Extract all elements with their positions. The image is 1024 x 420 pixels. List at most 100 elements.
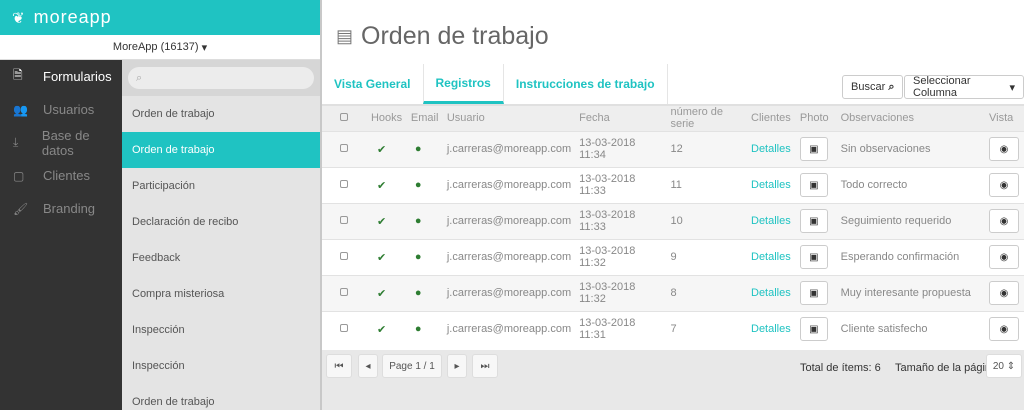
details-link[interactable]: Detalles: [751, 323, 791, 335]
prev-page-button[interactable]: ◂: [358, 354, 378, 378]
check-circle-icon: ●: [414, 215, 422, 227]
page-size-label: Tamaño de la página: [895, 362, 998, 374]
eye-icon: ◉: [999, 287, 1009, 299]
date-cell: 13-03-2018 11:32: [575, 238, 667, 275]
check-icon: ✔: [376, 287, 387, 300]
caret-down-icon: ▾: [198, 41, 208, 54]
photo-button[interactable]: ▣: [799, 317, 828, 342]
form-icon: ▤: [336, 26, 354, 46]
select-column-button[interactable]: Seleccionar Columna ▾: [904, 75, 1024, 99]
sidebar-item-formularios[interactable]: 🗎 Formularios: [0, 60, 122, 93]
account-selector[interactable]: MoreApp (16137) ▾: [0, 35, 320, 60]
column-header: Observaciones: [836, 104, 985, 131]
row-checkbox[interactable]: [340, 288, 348, 296]
check-icon: ✔: [376, 251, 387, 264]
form-list-item[interactable]: Feedback: [122, 240, 320, 276]
tab-2[interactable]: Instrucciones de trabajo: [504, 64, 667, 104]
sidebar-item-label: Clientes: [43, 168, 90, 183]
users-icon: 👥: [13, 102, 28, 117]
form-list-item[interactable]: Orden de trabajo: [122, 96, 320, 132]
caret-down-icon: ▾: [1009, 81, 1015, 94]
details-link[interactable]: Detalles: [751, 251, 791, 263]
file-icon: 🗎: [13, 68, 23, 82]
row-checkbox[interactable]: [340, 216, 348, 224]
form-list-item[interactable]: Inspección: [122, 312, 320, 348]
check-icon: ✔: [376, 323, 387, 336]
row-checkbox[interactable]: [340, 324, 348, 333]
observations-cell: Seguimiento requerido: [836, 202, 985, 239]
select-column-label: Seleccionar Columna: [913, 75, 971, 99]
eye-icon: ◉: [999, 215, 1009, 227]
form-list-item[interactable]: Inspección: [122, 348, 320, 384]
view-button[interactable]: ◉: [988, 245, 1019, 269]
form-list-item[interactable]: Orden de trabajo: [122, 384, 320, 420]
brand-header: ❦ moreapp: [0, 0, 320, 35]
photo-button[interactable]: ▣: [799, 281, 828, 305]
check-circle-icon: ●: [414, 143, 422, 155]
last-page-button[interactable]: ⏭: [472, 354, 498, 378]
sidebar-nav: 🗎 Formularios 👥 Usuarios ⤓ Base de datos ▢ Clie…: [0, 60, 122, 410]
first-page-button[interactable]: ⏮: [326, 354, 352, 378]
serial-cell: 10: [666, 202, 747, 239]
view-button[interactable]: ◉: [988, 281, 1019, 305]
sidebar-item-usuarios[interactable]: 👥 Usuarios: [0, 93, 122, 126]
check-icon: ✔: [376, 179, 387, 192]
details-link[interactable]: Detalles: [751, 287, 791, 299]
check-circle-icon: ●: [414, 287, 422, 299]
image-icon: ▣: [809, 143, 819, 155]
download-icon: ⤓: [13, 135, 19, 149]
image-icon: ▣: [809, 215, 819, 227]
serial-cell: 8: [666, 274, 747, 311]
view-button[interactable]: ◉: [988, 173, 1019, 197]
photo-button[interactable]: ▣: [799, 137, 828, 161]
user-cell: j.carreras@moreapp.com: [442, 130, 576, 167]
next-page-button[interactable]: ▸: [447, 354, 467, 378]
sidebar-item-branding[interactable]: 🖌 Branding: [0, 192, 122, 225]
records-table: Hooks Email Usuario Fecha número de serie Cli…: [322, 104, 1024, 347]
search-icon: ⌕: [888, 80, 895, 93]
forms-search-input[interactable]: ⌕: [128, 67, 314, 89]
forms-list: ⌕ Orden de trabajo Orden de trabajo Partic…: [122, 60, 320, 410]
observations-cell: Esperando confirmación: [836, 238, 985, 275]
eye-icon: ◉: [999, 143, 1009, 155]
sidebar-item-base-de-datos[interactable]: ⤓ Base de datos: [0, 126, 122, 159]
view-button[interactable]: ◉: [988, 209, 1019, 233]
page-size-value: 20: [992, 360, 1004, 372]
row-checkbox[interactable]: [340, 252, 348, 260]
details-link[interactable]: Detalles: [751, 179, 791, 191]
tab-0[interactable]: Vista General: [322, 64, 423, 104]
row-checkbox[interactable]: [340, 180, 348, 188]
select-all-checkbox[interactable]: [340, 113, 348, 122]
image-icon: ▣: [809, 323, 819, 335]
view-button[interactable]: ◉: [988, 317, 1019, 342]
photo-button[interactable]: ▣: [799, 173, 828, 197]
tab-1[interactable]: Registros: [422, 64, 504, 104]
form-list-item[interactable]: Declaración de recibo: [122, 204, 320, 240]
sidebar-item-clientes[interactable]: ▢ Clientes: [0, 159, 122, 192]
search-icon: ⌕: [136, 71, 143, 84]
serial-cell: 9: [666, 238, 747, 275]
image-icon: ▣: [809, 251, 819, 263]
details-link[interactable]: Detalles: [751, 215, 791, 227]
search-label: Buscar: [851, 81, 886, 93]
view-button[interactable]: ◉: [988, 137, 1019, 161]
total-items: Total de ítems: 6: [800, 362, 881, 374]
photo-button[interactable]: ▣: [799, 209, 828, 233]
photo-button[interactable]: ▣: [799, 245, 828, 269]
pagination-bar: ⏮ ◂ Page 1 / 1 ▸ ⏭ Total de ítems: 6 Tam…: [322, 350, 1024, 410]
table-row: ✔ ● j.carreras@moreapp.com 13-03-2018 11…: [322, 166, 1024, 203]
page-size-select[interactable]: 20 ⇕: [986, 354, 1022, 378]
search-button[interactable]: Buscar ⌕: [842, 75, 904, 99]
form-list-item[interactable]: Compra misteriosa: [122, 276, 320, 312]
date-cell: 13-03-2018 11:33: [575, 166, 667, 203]
form-list-item[interactable]: Orden de trabajo: [122, 132, 320, 168]
user-cell: j.carreras@moreapp.com: [442, 238, 576, 275]
eye-icon: ◉: [999, 251, 1009, 263]
details-link[interactable]: Detalles: [751, 143, 791, 155]
column-header: número de serie: [666, 104, 747, 131]
row-checkbox[interactable]: [340, 144, 348, 152]
page-indicator: Page 1 / 1: [382, 354, 442, 378]
check-icon: ✔: [376, 143, 387, 156]
table-row: ✔ ● j.carreras@moreapp.com 13-03-2018 11…: [322, 238, 1024, 275]
form-list-item[interactable]: Participación: [122, 168, 320, 204]
